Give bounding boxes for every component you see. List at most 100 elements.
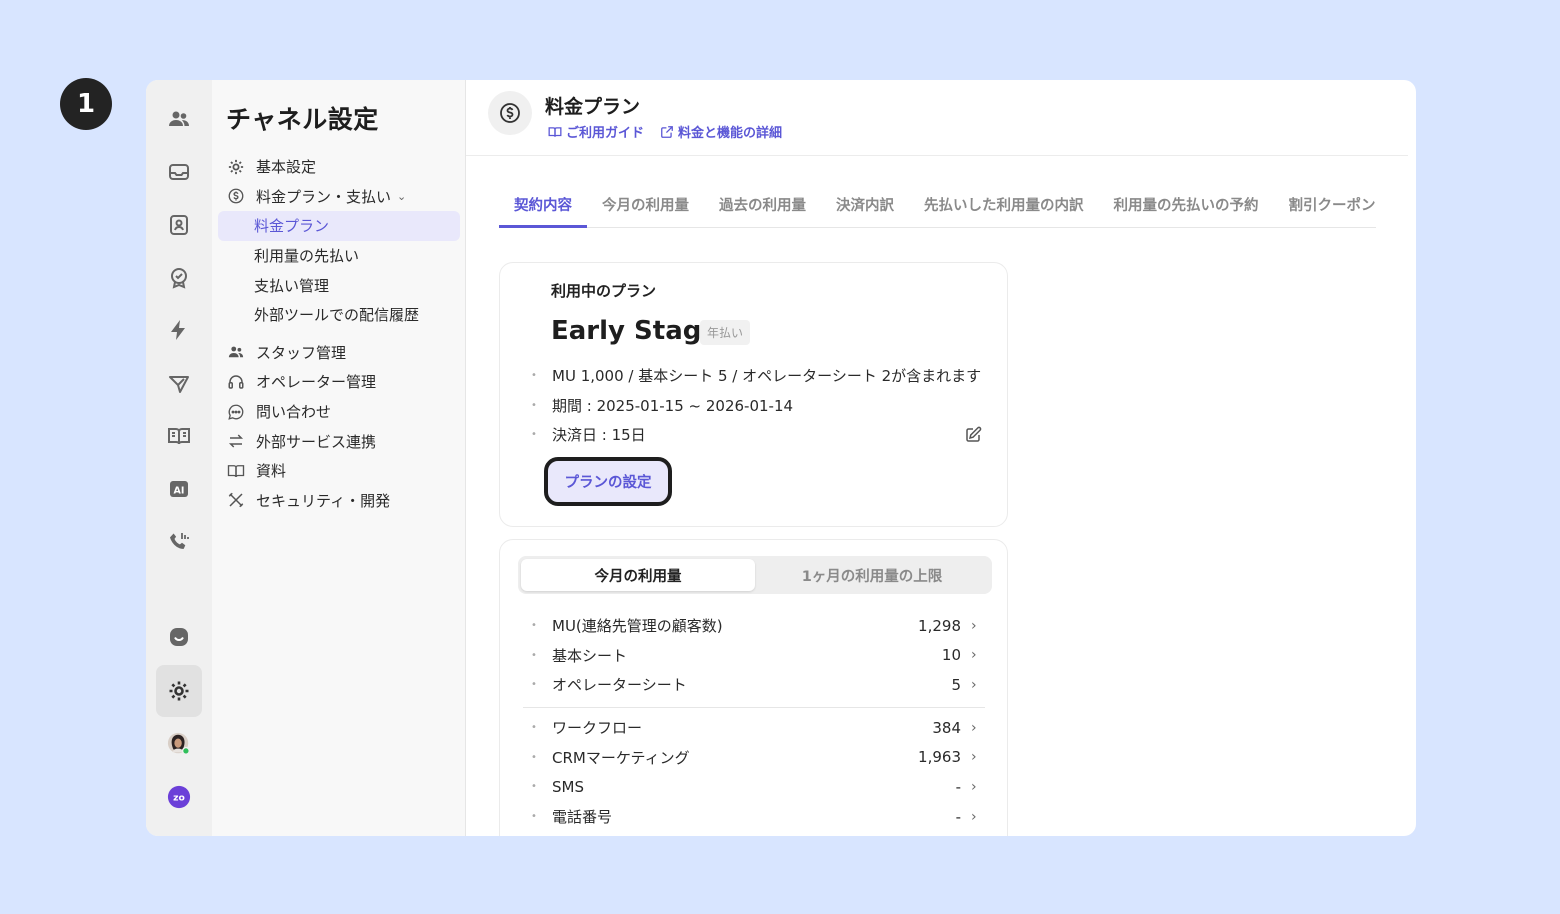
tab-prepaid-breakdown[interactable]: 先払いした利用量の内訳 [909,187,1099,228]
arrows-exchange-icon [226,431,246,451]
nav-label: 資料 [256,462,287,481]
inbox-icon[interactable] [156,149,202,195]
nav-label: 外部サービス連携 [256,432,377,451]
nav-label: 料金プラン・支払い [256,187,392,206]
nav-inquiries[interactable]: 問い合わせ [218,397,460,427]
tab-payment-breakdown[interactable]: 決済内訳 [821,187,909,228]
gear-icon [226,157,246,177]
nav-label: 問い合わせ [256,403,332,422]
link-label: ご利用ガイド [566,126,645,141]
avatar[interactable] [156,721,202,767]
zo-logo[interactable]: zo [156,774,202,820]
usage-name: ワークフロー [552,719,643,738]
pricing-details-link[interactable]: 料金と機能の詳細 [660,122,782,141]
chevron-right-icon: › [971,719,977,736]
chevron-right-icon: › [971,778,977,795]
usage-row[interactable]: • SMS - › [531,772,983,802]
nav-sub-external-delivery-history[interactable]: 外部ツールでの配信履歴 [218,300,460,330]
svg-text:zo: zo [173,793,185,804]
tab-discount-coupon[interactable]: 割引クーポン [1274,187,1391,228]
usage-row[interactable]: • 電話番号 - › [531,802,983,832]
nav-resources[interactable]: 資料 [218,456,460,486]
link-label: 料金と機能の詳細 [678,126,783,141]
usage-value: 1,963 [918,748,961,767]
nav-label: スタッフ管理 [256,343,347,362]
usage-row[interactable]: • MU(連絡先管理の顧客数) 1,298 › [531,611,983,641]
chevron-right-icon: › [971,617,977,634]
usage-list-features: • ワークフロー 384 › • CRMマーケティング 1,963 › • SMS - › • 電話… [531,713,983,831]
tab-past-usage[interactable]: 過去の利用量 [704,187,821,228]
tab-bar: 契約内容 今月の利用量 過去の利用量 決済内訳 先払いした利用量の内訳 利用量の… [499,187,1376,228]
app-window: AI zo チャネル設定 基本設定 料金プラン・支払い ⌄ 料金プラン 利用量の… [146,80,1416,836]
plan-section-label: 利用中のプラン [551,282,657,300]
current-plan-card: 利用中のプラン Early Stage 年払い • MU 1,000 / 基本シー… [499,262,1008,527]
nav-label: 利用量の先払い [254,247,360,266]
headset-icon [226,372,246,392]
usage-value: - [955,777,961,796]
nav-label: 料金プラン [254,217,330,236]
dollar-circle-icon [226,186,246,206]
plan-details: • MU 1,000 / 基本シート 5 / オペレーターシート 2が含まれます … [531,361,991,450]
step-number-badge: 1 [60,78,112,130]
nav-sub-payment-management[interactable]: 支払い管理 [218,270,460,300]
nav-label: 外部ツールでの配信履歴 [254,306,420,325]
usage-value: 5 [951,675,961,694]
settings-nav: 基本設定 料金プラン・支払い ⌄ 料金プラン 利用量の先払い 支払い管理 外部ツ… [218,152,460,515]
dollar-circle-icon [488,91,532,135]
detail-text: 期間 : 2025-01-15 ~ 2026-01-14 [552,396,794,415]
detail-text: 決済日 : 15日 [552,426,646,445]
chevron-right-icon: › [971,808,977,825]
chevron-right-icon: › [971,647,977,664]
nav-label: オペレーター管理 [256,373,377,392]
nav-staff-management[interactable]: スタッフ管理 [218,338,460,368]
chevron-right-icon: › [971,676,977,693]
tab-this-month-usage[interactable]: 今月の利用量 [587,187,704,228]
chat-face-icon[interactable] [156,614,202,660]
book-open-icon[interactable] [156,413,202,459]
icon-rail: AI zo [146,80,212,836]
tab-prepaid-reservation[interactable]: 利用量の先払いの予約 [1099,187,1274,228]
nav-external-integrations[interactable]: 外部サービス連携 [218,426,460,456]
segment-this-month[interactable]: 今月の利用量 [521,559,755,591]
plan-name: Early Stage [551,316,719,346]
ai-icon[interactable]: AI [156,466,202,512]
plan-settings-button[interactable]: プランの設定 [544,457,672,506]
usage-name: SMS [552,777,584,796]
usage-divider [523,707,985,708]
tab-contract[interactable]: 契約内容 [499,187,587,228]
usage-row[interactable]: • オペレーターシート 5 › [531,670,983,700]
contacts-icon[interactable] [156,96,202,142]
nav-security-development[interactable]: セキュリティ・開発 [218,486,460,516]
segment-monthly-limit[interactable]: 1ヶ月の利用量の上限 [755,559,989,591]
lightning-icon[interactable] [156,307,202,353]
usage-name: オペレーターシート [552,676,687,695]
usage-value: 10 [941,646,961,665]
nav-pricing-payment[interactable]: 料金プラン・支払い ⌄ [218,182,460,212]
header-links: ご利用ガイド 料金と機能の詳細 [548,122,782,141]
edit-icon[interactable] [964,426,982,444]
usage-segmented-control: 今月の利用量 1ヶ月の利用量の上限 [518,556,992,594]
svg-text:AI: AI [174,486,185,497]
usage-row[interactable]: • ワークフロー 384 › [531,713,983,743]
nav-basic-settings[interactable]: 基本設定 [218,152,460,182]
send-icon[interactable] [156,361,202,407]
nav-operator-management[interactable]: オペレーター管理 [218,367,460,397]
nav-label: 基本設定 [256,158,317,177]
nav-sub-pricing-plan[interactable]: 料金プラン [218,211,460,241]
billing-cycle-badge: 年払い [700,320,751,345]
usage-value: 1,298 [918,616,961,635]
detail-text: MU 1,000 / 基本シート 5 / オペレーターシート 2が含まれます [552,367,982,386]
usage-row[interactable]: • 基本シート 10 › [531,641,983,671]
usage-list-seats: • MU(連絡先管理の顧客数) 1,298 › • 基本シート 10 › • オペレーターシー… [531,611,983,700]
settings-icon[interactable] [156,665,202,717]
contact-card-icon[interactable] [156,202,202,248]
usage-row[interactable]: • CRMマーケティング 1,963 › [531,743,983,773]
usage-guide-link[interactable]: ご利用ガイド [548,122,644,141]
book-icon [548,126,562,137]
external-link-icon [661,125,673,138]
usage-name: MU(連絡先管理の顧客数) [552,617,723,636]
nav-sub-prepayment[interactable]: 利用量の先払い [218,241,460,271]
badge-check-icon[interactable] [156,255,202,301]
phone-icon[interactable] [156,519,202,565]
